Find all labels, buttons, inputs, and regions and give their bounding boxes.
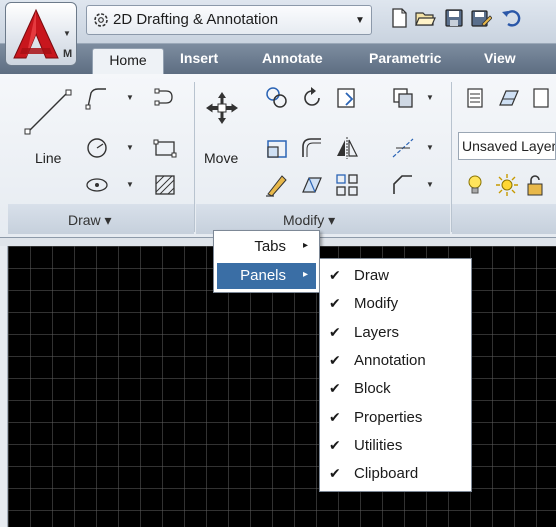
checkmark-icon: ✔ bbox=[329, 351, 341, 368]
layer-state-icon[interactable] bbox=[496, 85, 522, 111]
tab-annotate[interactable]: Annotate bbox=[262, 50, 323, 66]
ribbon-home: Draw ▾ Modify ▾ Line ▼ ▼ ▼ Move ▼ ▼ ▼ Un… bbox=[0, 74, 556, 238]
submenu-arrow-icon: ▸ bbox=[302, 269, 308, 280]
arc-icon[interactable] bbox=[84, 172, 110, 198]
menu-item-panels[interactable]: Panels ▸ bbox=[217, 263, 316, 289]
open-icon[interactable] bbox=[414, 7, 436, 29]
polyline-dropdown-arrow[interactable]: ▼ bbox=[124, 85, 136, 111]
menu-item-annotation[interactable]: ✔ Annotation bbox=[323, 348, 469, 374]
lightbulb-icon[interactable] bbox=[462, 172, 488, 198]
copy-icon[interactable] bbox=[264, 85, 290, 111]
circle-dropdown-arrow[interactable]: ▼ bbox=[124, 135, 136, 161]
tab-home[interactable]: Home bbox=[92, 48, 164, 75]
menu-item-properties[interactable]: ✔ Properties bbox=[323, 405, 469, 431]
submenu-arrow-icon: ▸ bbox=[302, 240, 308, 251]
checkmark-icon: ✔ bbox=[329, 380, 341, 397]
move-label: Move bbox=[204, 150, 239, 166]
checkmark-icon: ✔ bbox=[329, 408, 341, 425]
stretch-icon[interactable] bbox=[264, 135, 290, 161]
scale-icon[interactable] bbox=[299, 172, 325, 198]
left-edge-strip bbox=[0, 246, 8, 527]
mirror-icon[interactable] bbox=[334, 135, 360, 161]
explode-icon[interactable] bbox=[390, 135, 416, 161]
line-icon[interactable] bbox=[22, 86, 74, 138]
menu-item-draw[interactable]: ✔ Draw bbox=[323, 263, 469, 289]
tab-view[interactable]: View bbox=[484, 50, 516, 66]
sun-icon[interactable] bbox=[494, 172, 520, 198]
menu-item-modify[interactable]: ✔ Modify bbox=[323, 291, 469, 317]
erase-icon[interactable] bbox=[264, 172, 290, 198]
tab-insert[interactable]: Insert bbox=[180, 50, 218, 66]
save-as-icon[interactable] bbox=[470, 7, 492, 29]
tab-parametric[interactable]: Parametric bbox=[369, 50, 441, 66]
ellipse-dropdown-arrow[interactable]: ▼ bbox=[124, 172, 136, 198]
checkmark-icon: ✔ bbox=[329, 436, 341, 453]
save-icon[interactable] bbox=[443, 7, 465, 29]
new-icon[interactable] bbox=[388, 7, 410, 29]
title-bar: 2D Drafting & Annotation ▼ bbox=[0, 0, 556, 44]
chevron-down-icon: ▼ bbox=[355, 15, 365, 26]
modify-panel-title[interactable]: Modify ▾ bbox=[283, 212, 335, 229]
menu-item-clipboard[interactable]: ✔ Clipboard bbox=[323, 461, 469, 487]
checkmark-icon: ✔ bbox=[329, 267, 341, 283]
circle-icon[interactable] bbox=[84, 135, 110, 161]
app-letter: M bbox=[63, 48, 73, 60]
workspace-name: 2D Drafting & Annotation bbox=[113, 11, 279, 28]
layer-state-combo[interactable]: Unsaved Layer State bbox=[458, 132, 556, 160]
menu-item-tabs[interactable]: Tabs ▸ bbox=[217, 234, 316, 260]
menu-item-block[interactable]: ✔ Block bbox=[323, 376, 469, 402]
chamfer-icon[interactable] bbox=[390, 172, 416, 198]
ribbon-tab-bar: Home Insert Annotate Parametric View bbox=[0, 44, 556, 75]
panels-submenu: ✔ Draw ✔ Modify ✔ Layers ✔ Annotation ✔ Block ✔ Pro… bbox=[319, 258, 472, 492]
copy-dropdown-arrow[interactable]: ▼ bbox=[424, 85, 436, 111]
rotate-icon[interactable] bbox=[299, 85, 325, 111]
move-icon[interactable] bbox=[204, 90, 240, 126]
polyline-icon[interactable] bbox=[84, 85, 110, 111]
checkmark-icon: ✔ bbox=[329, 323, 341, 340]
autocad-logo-icon bbox=[13, 8, 59, 59]
line-label: Line bbox=[35, 150, 62, 166]
copy-clip-icon[interactable] bbox=[390, 85, 416, 111]
menu-item-utilities[interactable]: ✔ Utilities bbox=[323, 433, 469, 459]
explode-dropdown-arrow[interactable]: ▼ bbox=[424, 135, 436, 161]
workspace-switcher[interactable]: 2D Drafting & Annotation ▼ bbox=[86, 5, 372, 35]
spline-icon[interactable] bbox=[152, 85, 178, 111]
application-menu-button[interactable]: ▼ M bbox=[5, 2, 77, 66]
menu-item-layers[interactable]: ✔ Layers bbox=[323, 320, 469, 346]
trim-icon[interactable] bbox=[334, 85, 360, 111]
chevron-down-icon: ▼ bbox=[63, 29, 71, 38]
layer-icon[interactable] bbox=[528, 85, 554, 111]
fillet-dropdown-arrow[interactable]: ▼ bbox=[424, 172, 436, 198]
undo-icon[interactable] bbox=[500, 7, 522, 29]
draw-panel-title[interactable]: Draw ▾ bbox=[68, 212, 112, 229]
hatch-icon[interactable] bbox=[152, 172, 178, 198]
layer-properties-icon[interactable] bbox=[462, 85, 488, 111]
gear-icon bbox=[94, 13, 108, 27]
rectangle-icon[interactable] bbox=[152, 135, 178, 161]
layers-panel-title-bar[interactable] bbox=[452, 204, 556, 234]
lock-icon[interactable] bbox=[522, 172, 548, 198]
checkmark-icon: ✔ bbox=[329, 465, 341, 482]
checkmark-icon: ✔ bbox=[329, 295, 341, 312]
ribbon-context-menu: Tabs ▸ Panels ▸ bbox=[213, 230, 320, 293]
array-icon[interactable] bbox=[334, 172, 360, 198]
fillet-icon[interactable] bbox=[299, 135, 325, 161]
